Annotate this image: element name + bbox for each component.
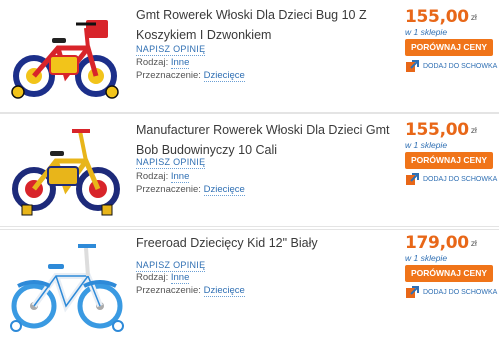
meta-purpose: Przeznaczenie: Dziecięce xyxy=(136,285,245,297)
product-image-bike-bug[interactable] xyxy=(8,6,126,106)
meta-type: Rodzaj: Inne xyxy=(136,171,190,183)
price-currency: zł xyxy=(470,13,477,22)
store-count-link[interactable]: w 1 sklepie xyxy=(405,253,447,263)
write-review-link[interactable]: NAPISZ OPINIĘ xyxy=(136,157,206,169)
price-currency: zł xyxy=(470,126,477,135)
stash-icon xyxy=(406,286,419,298)
compare-prices-button[interactable]: PORÓWNAJ CENY xyxy=(405,39,493,56)
offer-item: Manufacturer Rowerek Włoski Dla Dzieci G… xyxy=(0,113,499,230)
price: 155,00 zł xyxy=(405,7,477,27)
meta-purpose: Przeznaczenie: Dziecięce xyxy=(136,70,245,82)
product-image-bike-freeroad[interactable] xyxy=(8,234,126,334)
compare-prices-button[interactable]: PORÓWNAJ CENY xyxy=(405,265,493,282)
offer-item: Gmt Rowerek Włoski Dla Dzieci Bug 10 Z K… xyxy=(0,0,499,113)
meta-purpose-value-link[interactable]: Dziecięce xyxy=(203,70,245,82)
meta-type-label: Rodzaj: xyxy=(136,171,169,182)
stash-label: DODAJ DO SCHOWKA xyxy=(423,176,498,183)
meta-purpose-label: Przeznaczenie: xyxy=(136,184,201,195)
meta-type-label: Rodzaj: xyxy=(136,57,169,68)
price-value: 179,00 xyxy=(405,233,469,253)
price-currency: zł xyxy=(470,239,477,248)
meta-purpose-value-link[interactable]: Dziecięce xyxy=(203,184,245,196)
divider xyxy=(0,113,499,114)
product-image-bike-bob[interactable] xyxy=(8,121,126,221)
divider xyxy=(0,226,499,227)
compare-prices-button[interactable]: PORÓWNAJ CENY xyxy=(405,152,493,169)
stash-icon xyxy=(406,60,419,72)
stash-label: DODAJ DO SCHOWKA xyxy=(423,63,498,70)
product-title-link[interactable]: Gmt Rowerek Włoski Dla Dzieci Bug 10 Z K… xyxy=(136,5,390,45)
meta-purpose-label: Przeznaczenie: xyxy=(136,285,201,296)
meta-type: Rodzaj: Inne xyxy=(136,272,190,284)
price-value: 155,00 xyxy=(405,7,469,27)
stash-label: DODAJ DO SCHOWKA xyxy=(423,289,498,296)
meta-type-value-link[interactable]: Inne xyxy=(170,57,190,69)
price-value: 155,00 xyxy=(405,120,469,140)
meta-type-label: Rodzaj: xyxy=(136,272,169,283)
meta-purpose-value-link[interactable]: Dziecięce xyxy=(203,285,245,297)
store-count-link[interactable]: w 1 sklepie xyxy=(405,27,447,37)
offer-item: Freeroad Dziecięcy Kid 12" Biały NAPISZ … xyxy=(0,226,499,339)
store-count-link[interactable]: w 1 sklepie xyxy=(405,140,447,150)
meta-type-value-link[interactable]: Inne xyxy=(170,272,190,284)
product-title-link[interactable]: Manufacturer Rowerek Włoski Dla Dzieci G… xyxy=(136,120,390,160)
price: 179,00 zł xyxy=(405,233,477,253)
write-review-link[interactable]: NAPISZ OPINIĘ xyxy=(136,44,206,56)
meta-purpose: Przeznaczenie: Dziecięce xyxy=(136,184,245,196)
product-title-link[interactable]: Freeroad Dziecięcy Kid 12" Biały xyxy=(136,233,390,253)
price: 155,00 zł xyxy=(405,120,477,140)
meta-type-value-link[interactable]: Inne xyxy=(170,171,190,183)
meta-type: Rodzaj: Inne xyxy=(136,57,190,69)
meta-purpose-label: Przeznaczenie: xyxy=(136,70,201,81)
write-review-link[interactable]: NAPISZ OPINIĘ xyxy=(136,260,206,272)
stash-icon xyxy=(406,173,419,185)
